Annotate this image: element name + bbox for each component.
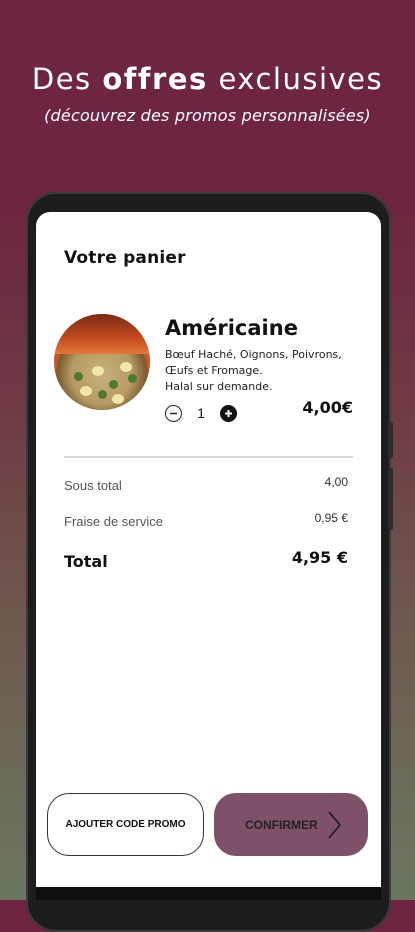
navigation-bar bbox=[36, 887, 381, 900]
quantity-value: 1 bbox=[197, 405, 205, 421]
divider bbox=[64, 456, 353, 458]
phone-power-button bbox=[388, 468, 393, 530]
add-promo-code-label: AJOUTER CODE PROMO bbox=[65, 819, 186, 830]
promo-subtitle: (découvrez des promos personnalisées) bbox=[44, 106, 371, 125]
promo-headline-suffix: exclusives bbox=[218, 62, 384, 96]
item-description-line: Halal sur demande. bbox=[165, 380, 273, 393]
promo-headline-prefix: Des bbox=[31, 62, 92, 96]
cart-screen: Votre panier Américaine Bœuf Haché, Oign… bbox=[36, 212, 381, 887]
promo-headline: Des offres exclusives bbox=[0, 62, 415, 96]
item-description-line: Œufs et Fromage. bbox=[165, 364, 263, 377]
item-name: Américaine bbox=[165, 316, 298, 340]
pizza-image bbox=[54, 314, 150, 410]
service-fee-value: 0,95 € bbox=[314, 511, 348, 525]
total-value: 4,95 € bbox=[291, 548, 348, 567]
plus-circle-icon[interactable] bbox=[220, 404, 237, 422]
cart-title: Votre panier bbox=[64, 248, 186, 268]
chevron-right-icon bbox=[326, 810, 342, 845]
item-price: 4,00€ bbox=[302, 398, 353, 417]
confirm-button[interactable]: CONFIRMER bbox=[214, 793, 368, 856]
service-fee-label: Fraise de service bbox=[64, 514, 163, 529]
item-description-line: Bœuf Haché, Oignons, Poivrons, bbox=[165, 348, 342, 361]
add-promo-code-button[interactable]: AJOUTER CODE PROMO bbox=[47, 793, 204, 856]
phone-volume-button bbox=[388, 422, 393, 458]
item-description: Bœuf Haché, Oignons, Poivrons, Œufs et F… bbox=[165, 347, 365, 395]
promo-headline-bold: offres bbox=[102, 62, 208, 96]
total-label: Total bbox=[64, 552, 108, 571]
subtotal-label: Sous total bbox=[64, 478, 122, 493]
subtotal-value: 4,00 bbox=[324, 475, 348, 489]
minus-circle-icon[interactable] bbox=[165, 404, 182, 422]
confirm-label: CONFIRMER bbox=[245, 817, 318, 832]
quantity-stepper: 1 bbox=[165, 403, 237, 423]
